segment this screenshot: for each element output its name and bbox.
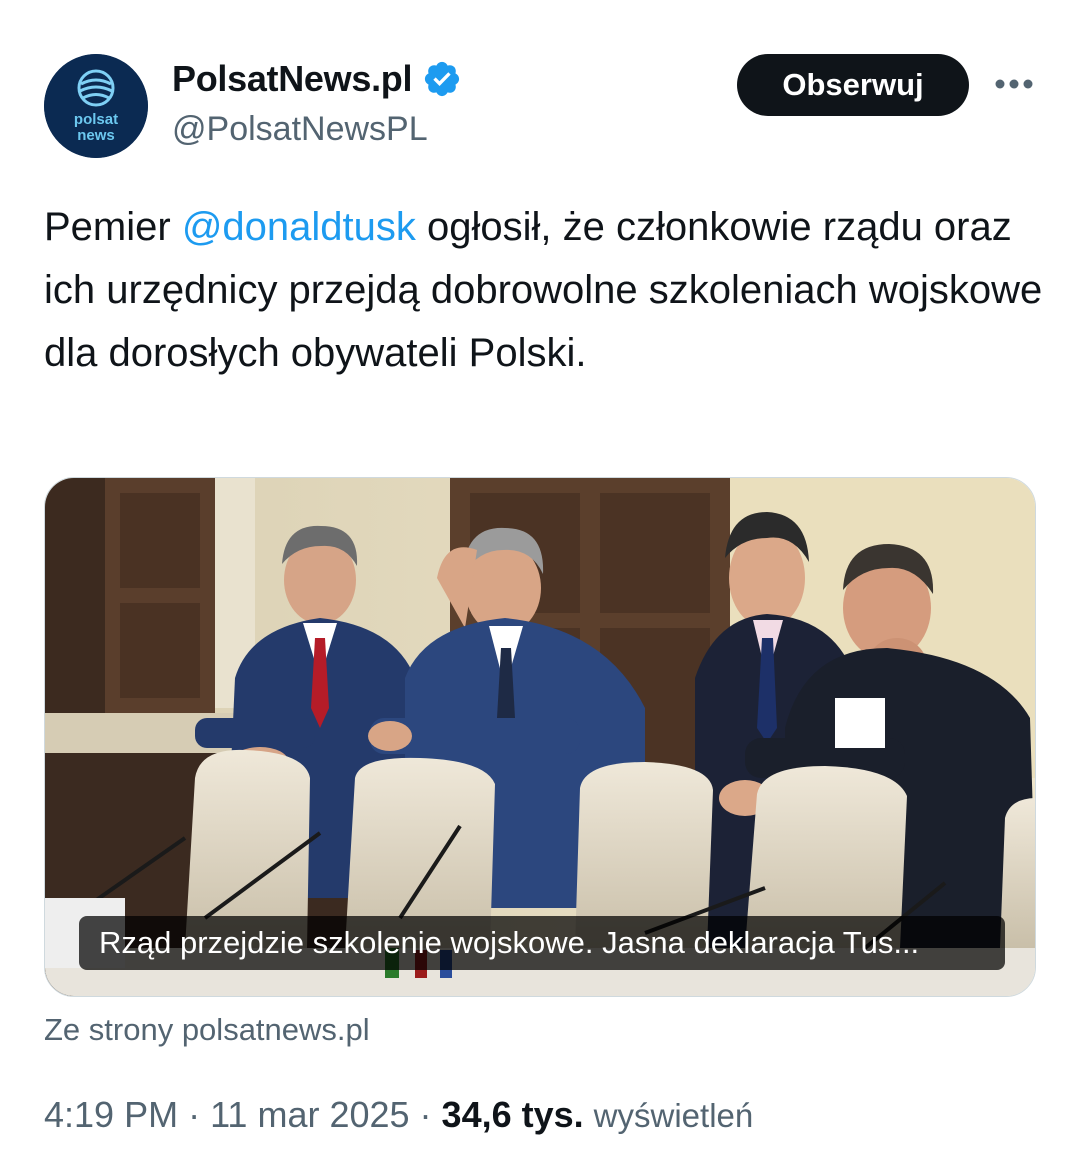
meta-separator: · bbox=[409, 1094, 442, 1135]
more-options-button[interactable] bbox=[990, 64, 1038, 104]
verified-badge-icon[interactable] bbox=[422, 59, 462, 99]
meta-separator: · bbox=[178, 1094, 211, 1135]
views-label: wyświetleń bbox=[593, 1097, 754, 1134]
link-card[interactable]: Rząd przejdzie szkolenie wojskowe. Jasna… bbox=[44, 477, 1036, 997]
account-name-row[interactable]: PolsatNews.pl bbox=[172, 56, 462, 102]
tweet-time[interactable]: 4:19 PM bbox=[44, 1094, 178, 1135]
card-source[interactable]: Ze strony polsatnews.pl bbox=[44, 1012, 370, 1048]
account-handle[interactable]: @PolsatNewsPL bbox=[172, 110, 428, 149]
mention-link[interactable]: @donaldtusk bbox=[182, 205, 416, 249]
tweet-text-start: Pemier bbox=[44, 205, 182, 249]
tweet-date[interactable]: 11 mar 2025 bbox=[210, 1094, 409, 1135]
views-count: 34,6 tys. bbox=[441, 1094, 584, 1135]
avatar[interactable]: polsat news bbox=[44, 54, 148, 158]
display-name[interactable]: PolsatNews.pl bbox=[172, 58, 412, 100]
svg-text:polsat: polsat bbox=[74, 111, 118, 128]
svg-text:news: news bbox=[77, 127, 115, 144]
tweet-text: Pemier @donaldtusk ogłosił, że członkowi… bbox=[44, 196, 1044, 385]
card-caption[interactable]: Rząd przejdzie szkolenie wojskowe. Jasna… bbox=[79, 916, 1005, 970]
more-horizontal-icon bbox=[995, 79, 1033, 89]
polsat-news-logo: polsat news bbox=[44, 54, 148, 158]
tweet-meta: 4:19 PM · 11 mar 2025 · 34,6 tys. wyświe… bbox=[44, 1094, 753, 1136]
follow-button[interactable]: Obserwuj bbox=[737, 54, 969, 116]
